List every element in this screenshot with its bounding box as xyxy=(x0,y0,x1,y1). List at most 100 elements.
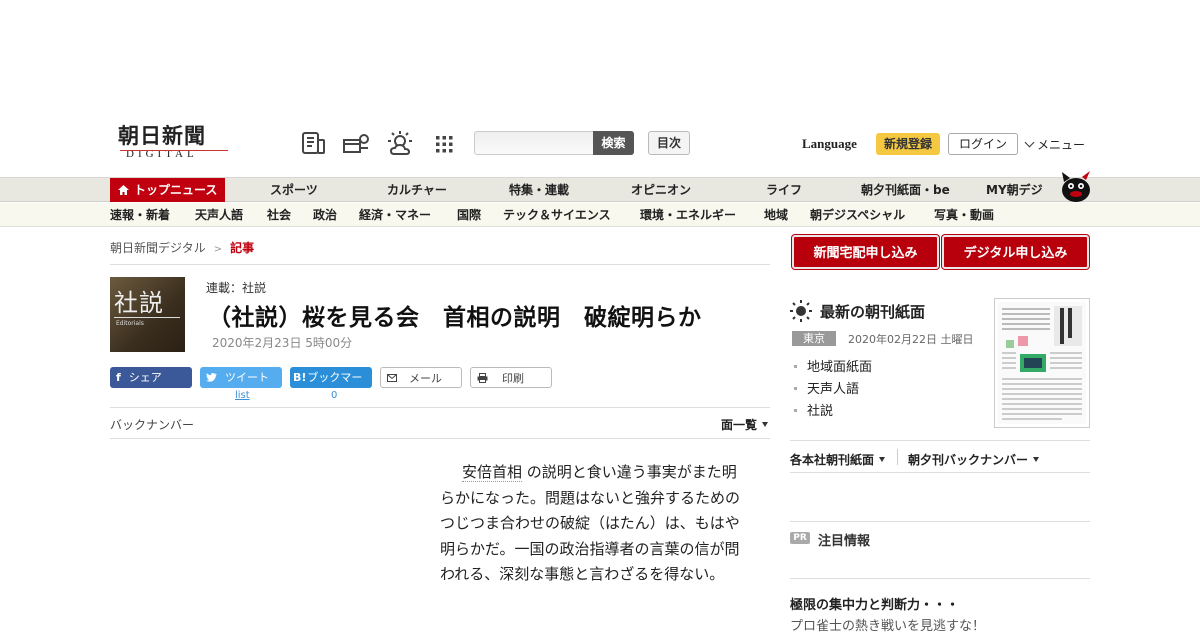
article-body: 安倍首相 の説明と食い違う事実がまた明らかになった。問題はないと強弁するためのつ… xyxy=(440,460,748,588)
hatena-icon: B! xyxy=(293,371,307,384)
logo-main-text: 朝日新聞 xyxy=(118,123,206,148)
ad-title[interactable]: 極限の集中力と判断力・・・ xyxy=(790,594,959,613)
facebook-share-button[interactable]: f シェア xyxy=(110,367,192,388)
subnav-tech[interactable]: テック＆サイエンス xyxy=(503,203,611,227)
pr-badge: PR xyxy=(790,532,810,544)
twitter-list-link[interactable]: list xyxy=(235,390,250,401)
search-input[interactable] xyxy=(474,131,594,155)
breadcrumb-separator: > xyxy=(213,244,223,255)
print-icon xyxy=(477,373,488,383)
sub-nav: 速報・新着 天声人語 社会 政治 経済・マネー 国際 テック＆サイエンス 環境・… xyxy=(0,203,1200,227)
subnav-breaking[interactable]: 速報・新着 xyxy=(110,203,170,227)
nav-label: トップニュース xyxy=(134,183,218,197)
bullet xyxy=(794,387,797,390)
language-link[interactable]: Language xyxy=(802,136,857,152)
search-button[interactable]: 検索 xyxy=(593,131,634,155)
subnav-economy[interactable]: 経済・マネー xyxy=(359,203,431,227)
main-nav: トップニュース スポーツ カルチャー 特集・連載 オピニオン ライフ 朝夕刊紙面… xyxy=(0,177,1200,202)
breadcrumb: 朝日新聞デジタル > 記事 xyxy=(110,239,254,256)
latest-paper-title[interactable]: 最新の朝刊紙面 xyxy=(820,301,925,322)
paper-link-label: 社説 xyxy=(807,404,834,419)
regional-papers-dropdown[interactable]: 各本社朝刊紙面 xyxy=(790,451,886,468)
digital-subscribe-button[interactable]: デジタル申し込み xyxy=(942,235,1089,269)
divider xyxy=(790,521,1090,522)
paper-link-label: 天声人語 xyxy=(807,382,860,397)
login-button[interactable]: ログイン xyxy=(948,133,1018,155)
subnav-society[interactable]: 社会 xyxy=(267,203,291,227)
paper-link-tenseijingo[interactable]: 天声人語 xyxy=(794,378,859,397)
register-button[interactable]: 新規登録 xyxy=(876,133,940,155)
nav-life[interactable]: ライフ xyxy=(766,178,802,202)
paper-date: 2020年02月22日 土曜日 xyxy=(848,333,974,346)
pagelist-dropdown[interactable]: 面一覧 xyxy=(721,416,769,433)
grid-menu-icon[interactable] xyxy=(430,130,458,158)
newspaper-subscribe-button[interactable]: 新聞宅配申し込み xyxy=(792,235,939,269)
facebook-icon: f xyxy=(116,371,121,384)
nav-features[interactable]: 特集・連載 xyxy=(509,178,569,202)
mail-icon xyxy=(387,374,397,382)
news-icon[interactable] xyxy=(300,130,328,158)
paper-link-label: 地域面紙面 xyxy=(807,360,873,375)
paper-link-editorial[interactable]: 社説 xyxy=(794,400,833,419)
series-label[interactable]: 連載：社説 xyxy=(206,279,266,296)
subnav-international[interactable]: 国際 xyxy=(457,203,481,227)
site-logo[interactable]: 朝日新聞 DIGITAL xyxy=(118,124,230,164)
subnav-environment[interactable]: 環境・エネルギー xyxy=(640,203,736,227)
hatena-bookmark-button[interactable]: B!ブックマーク xyxy=(290,367,372,405)
body-link-abe[interactable]: 安倍首相 xyxy=(462,463,523,482)
article-title: （社説）桜を見る会 首相の説明 破綻明らか xyxy=(208,305,702,331)
backnumber-dropdown-label: 朝夕刊バックナンバー xyxy=(908,453,1029,467)
caret-down-icon xyxy=(879,457,886,462)
sun-icon xyxy=(790,300,812,322)
divider xyxy=(110,438,770,439)
subnav-photo[interactable]: 写真・動画 xyxy=(934,203,994,227)
thumbnail-kanji: 社説 xyxy=(114,289,164,317)
article-date: 2020年2月23日 5時00分 xyxy=(212,336,353,350)
divider xyxy=(110,407,770,408)
facebook-label: シェア xyxy=(128,371,162,384)
divider xyxy=(790,440,1090,441)
pr-section-title: 注目情報 xyxy=(818,534,871,549)
breadcrumb-home[interactable]: 朝日新聞デジタル xyxy=(110,241,206,255)
nav-newspaper[interactable]: 朝夕刊紙面・be xyxy=(861,178,950,202)
menu-label: メニュー xyxy=(1037,138,1086,152)
nav-my-asahi[interactable]: MY朝デジ xyxy=(986,178,1043,202)
nav-top-news[interactable]: トップニュース xyxy=(110,178,226,202)
bullet xyxy=(794,409,797,412)
backnumber-dropdown[interactable]: 朝夕刊バックナンバー xyxy=(908,451,1040,468)
newspaper-thumbnail[interactable] xyxy=(994,298,1090,428)
paper-link-regional[interactable]: 地域面紙面 xyxy=(794,356,872,375)
nav-culture[interactable]: カルチャー xyxy=(387,178,447,202)
print-button[interactable]: 印刷 xyxy=(470,367,552,388)
home-icon xyxy=(118,185,129,195)
mail-label: メール xyxy=(409,372,442,385)
caret-down-icon xyxy=(1033,457,1040,462)
backnumber-label[interactable]: バックナンバー xyxy=(110,416,194,433)
subnav-tenseijingo[interactable]: 天声人語 xyxy=(195,203,243,227)
logo-divider xyxy=(120,150,228,151)
twitter-share-button[interactable]: ツイート xyxy=(200,367,282,388)
site-header: 朝日新聞 DIGITAL 検索 目次 Language 新規登録 ログイン メニ… xyxy=(0,118,1200,176)
ad-subtitle[interactable]: プロ雀士の熱き戦いを見逃すな！ xyxy=(790,615,985,634)
separator xyxy=(897,449,898,465)
editorial-thumbnail: 社説 Editorials xyxy=(110,277,185,352)
menu-button[interactable]: メニュー xyxy=(1024,136,1086,153)
bullet xyxy=(794,365,797,368)
weather-icon[interactable] xyxy=(386,130,414,158)
delivery-icon[interactable] xyxy=(342,130,370,158)
toc-button[interactable]: 目次 xyxy=(648,131,690,155)
mail-button[interactable]: メール xyxy=(380,367,462,388)
print-label: 印刷 xyxy=(502,372,524,385)
caret-down-icon xyxy=(762,422,769,427)
nav-opinion[interactable]: オピニオン xyxy=(631,178,691,202)
twitter-icon xyxy=(206,373,217,382)
divider xyxy=(790,578,1090,579)
region-badge: 東京 xyxy=(792,331,836,346)
subnav-politics[interactable]: 政治 xyxy=(313,203,337,227)
divider xyxy=(110,264,770,265)
twitter-label: ツイート xyxy=(225,371,269,384)
nav-sports[interactable]: スポーツ xyxy=(270,178,318,202)
subnav-region[interactable]: 地域 xyxy=(764,203,788,227)
thumbnail-divider xyxy=(114,317,180,318)
subnav-special[interactable]: 朝デジスペシャル xyxy=(810,203,905,227)
